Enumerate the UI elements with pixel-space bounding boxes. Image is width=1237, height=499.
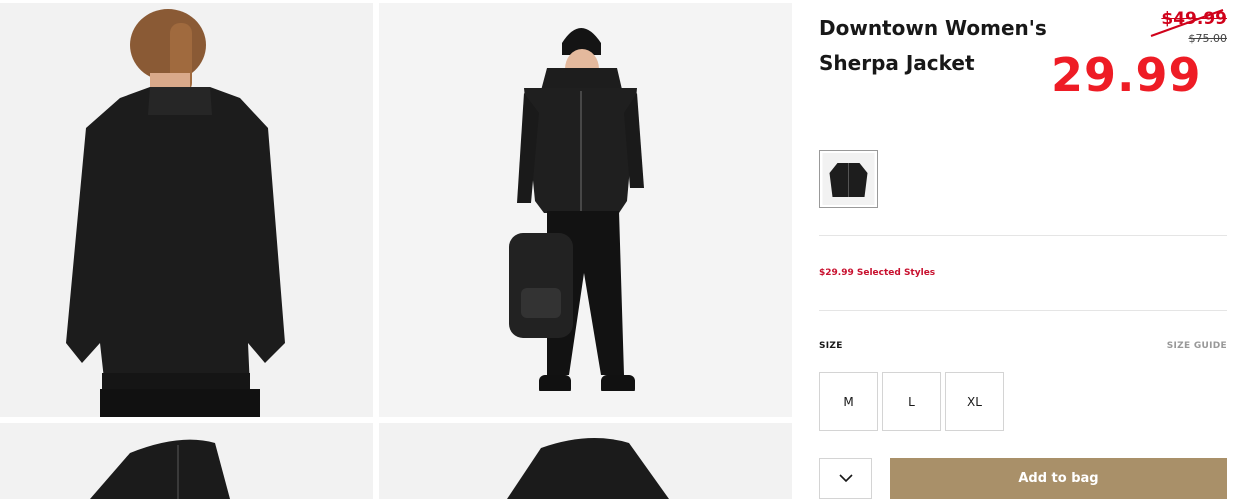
- product-image-collar-detail[interactable]: [0, 423, 373, 499]
- price-was: $75.00: [1188, 32, 1228, 45]
- size-label: SIZE: [819, 341, 843, 351]
- product-image-back-view[interactable]: [0, 3, 373, 417]
- product-image-collar-back[interactable]: [379, 423, 792, 499]
- size-guide-link[interactable]: SIZE GUIDE: [1167, 341, 1227, 351]
- size-option-xl[interactable]: XL: [945, 372, 1004, 431]
- color-swatch-black[interactable]: [819, 150, 878, 208]
- quantity-select[interactable]: [819, 458, 872, 499]
- product-title: Downtown Women's Sherpa Jacket: [819, 16, 1047, 75]
- size-option-m[interactable]: M: [819, 372, 878, 431]
- divider: [819, 310, 1227, 311]
- divider: [819, 235, 1227, 236]
- product-image-full-look[interactable]: [379, 3, 792, 417]
- size-options: M L XL: [819, 372, 1004, 431]
- price-original: $49.99: [1161, 9, 1227, 29]
- size-option-l[interactable]: L: [882, 372, 941, 431]
- promo-text[interactable]: $29.99 Selected Styles: [819, 268, 935, 278]
- price-sale: 29.99: [1051, 48, 1202, 102]
- chevron-down-icon: [838, 474, 853, 483]
- add-to-bag-button[interactable]: Add to bag: [890, 458, 1227, 499]
- product-gallery: [0, 0, 792, 499]
- product-details-panel: Downtown Women's Sherpa Jacket $49.99 $7…: [819, 0, 1227, 499]
